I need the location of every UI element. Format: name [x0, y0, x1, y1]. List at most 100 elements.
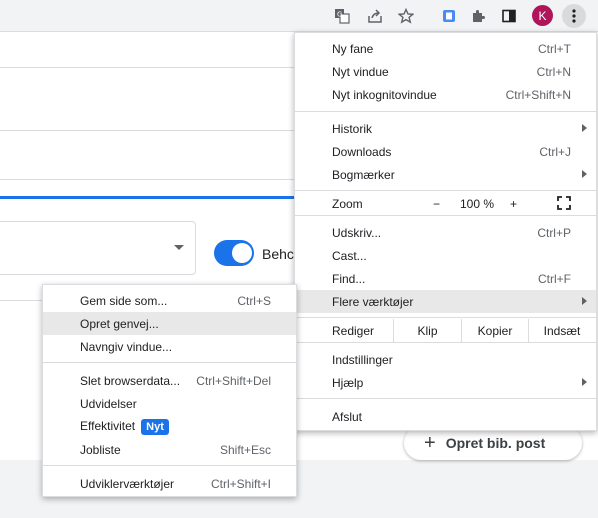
menu-item-label-group: Effektivitet Nyt: [80, 418, 169, 435]
chevron-down-icon: [174, 245, 184, 250]
menu-item-label: Opret genvej...: [80, 316, 159, 331]
menu-item-label: Jobliste: [80, 442, 121, 457]
menu-item-shortcut: Ctrl+J: [539, 144, 571, 159]
create-record-label: Opret bib. post: [445, 435, 546, 451]
menu-item-cast[interactable]: Cast...: [295, 244, 596, 267]
menu-item-label: Indstillinger: [332, 352, 393, 367]
menu-item-shortcut: Ctrl+S: [237, 293, 271, 308]
menu-separator: [43, 465, 296, 466]
menu-item-label: Navngiv vindue...: [80, 339, 173, 354]
menu-item-zoom: Zoom − 100 % +: [295, 192, 596, 215]
menu-item-label: Historik: [332, 121, 373, 136]
menu-item-label: Afslut: [332, 409, 363, 424]
menu-item-label: Rediger: [332, 323, 375, 338]
toggle-label: Behc: [262, 246, 294, 262]
menu-item-shortcut: Ctrl+Shift+N: [505, 87, 571, 102]
menu-item-shortcut: Ctrl+Shift+Del: [196, 373, 271, 388]
submenu-item-clear-data[interactable]: Slet browserdata... Ctrl+Shift+Del: [43, 369, 296, 392]
menu-item-shortcut: Ctrl+Shift+I: [210, 476, 271, 491]
menu-item-edit: Rediger Klip Kopier Indsæt: [295, 319, 596, 342]
extension-badge-icon[interactable]: [438, 5, 460, 27]
submenu-item-extensions[interactable]: Udvidelser: [43, 392, 296, 415]
select-field[interactable]: [0, 221, 196, 275]
toggle-knob: [232, 243, 252, 263]
menu-item-label: Udviklerværktøjer: [80, 476, 175, 491]
menu-item-incognito[interactable]: Nyt inkognitovindue Ctrl+Shift+N: [295, 83, 596, 106]
cut-button[interactable]: Klip: [394, 319, 461, 342]
plus-icon: +: [424, 431, 436, 454]
svg-text:G: G: [337, 11, 342, 19]
menu-item-shortcut: Ctrl+T: [538, 41, 571, 56]
sidepanel-icon[interactable]: [498, 5, 520, 27]
more-tools-submenu: Gem side som... Ctrl+S Opret genvej... N…: [42, 284, 297, 497]
share-icon[interactable]: [364, 5, 386, 27]
browser-toolbar: G K: [0, 0, 598, 32]
menu-item-find[interactable]: Find... Ctrl+F: [295, 267, 596, 290]
menu-item-label: Nyt vindue: [332, 64, 389, 79]
menu-item-downloads[interactable]: Downloads Ctrl+J: [295, 140, 596, 163]
menu-separator: [295, 190, 596, 191]
menu-item-shortcut: Ctrl+F: [538, 271, 571, 286]
star-icon[interactable]: [395, 5, 417, 27]
avatar[interactable]: K: [532, 5, 553, 26]
submenu-item-create-shortcut[interactable]: Opret genvej...: [43, 312, 296, 335]
menu-separator: [295, 111, 596, 112]
submenu-item-performance[interactable]: Effektivitet Nyt: [43, 415, 296, 438]
menu-item-exit[interactable]: Afslut: [295, 405, 596, 428]
menu-item-more-tools[interactable]: Flere værktøjer: [295, 290, 596, 313]
browser-main-menu: Ny fane Ctrl+T Nyt vindue Ctrl+N Nyt ink…: [294, 32, 597, 431]
menu-item-help[interactable]: Hjælp: [295, 371, 596, 394]
menu-item-label: Cast...: [332, 248, 367, 263]
menu-item-label: Flere værktøjer: [332, 294, 414, 309]
menu-separator: [43, 362, 296, 363]
chevron-right-icon: [582, 170, 587, 178]
submenu-item-name-window[interactable]: Navngiv vindue...: [43, 335, 296, 358]
chevron-right-icon: [582, 297, 587, 305]
menu-item-new-tab[interactable]: Ny fane Ctrl+T: [295, 37, 596, 60]
translate-icon[interactable]: G: [331, 5, 353, 27]
create-record-button[interactable]: + Opret bib. post: [404, 426, 582, 460]
menu-separator: [295, 215, 596, 216]
menu-item-bookmarks[interactable]: Bogmærker: [295, 163, 596, 186]
fullscreen-icon[interactable]: [557, 196, 571, 213]
submenu-item-dev-tools[interactable]: Udviklerværktøjer Ctrl+Shift+I: [43, 472, 296, 495]
zoom-in-button[interactable]: +: [510, 197, 517, 211]
menu-item-label: Effektivitet: [80, 418, 136, 433]
menu-item-history[interactable]: Historik: [295, 117, 596, 140]
zoom-out-button[interactable]: −: [433, 197, 440, 211]
menu-item-label: Udvidelser: [80, 396, 137, 411]
menu-separator: [295, 398, 596, 399]
menu-item-print[interactable]: Udskriv... Ctrl+P: [295, 221, 596, 244]
submenu-item-save-page[interactable]: Gem side som... Ctrl+S: [43, 289, 296, 312]
zoom-level: 100 %: [460, 196, 495, 211]
menu-item-label: Downloads: [332, 144, 392, 159]
menu-item-label: Ny fane: [332, 41, 374, 56]
menu-item-label: Find...: [332, 271, 366, 286]
menu-item-label: Slet browserdata...: [80, 373, 181, 388]
submenu-item-task-manager[interactable]: Jobliste Shift+Esc: [43, 438, 296, 461]
menu-item-new-window[interactable]: Nyt vindue Ctrl+N: [295, 60, 596, 83]
new-badge: Nyt: [141, 418, 169, 435]
divider: [0, 179, 300, 180]
chevron-right-icon: [582, 124, 587, 132]
chevron-right-icon: [582, 378, 587, 386]
copy-button[interactable]: Kopier: [462, 319, 528, 342]
menu-item-settings[interactable]: Indstillinger: [295, 348, 596, 371]
menu-item-shortcut: Shift+Esc: [219, 442, 271, 457]
puzzle-icon[interactable]: [467, 5, 489, 27]
kebab-icon[interactable]: [562, 4, 586, 28]
divider: [0, 130, 300, 131]
menu-item-label: Gem side som...: [80, 293, 168, 308]
menu-item-shortcut: Ctrl+P: [537, 225, 571, 240]
menu-separator: [295, 342, 596, 343]
menu-item-label: Nyt inkognitovindue: [332, 87, 437, 102]
divider: [0, 67, 300, 68]
menu-item-label: Zoom: [332, 196, 363, 211]
menu-item-shortcut: Ctrl+N: [536, 64, 571, 79]
menu-item-label: Udskriv...: [332, 225, 382, 240]
paste-button[interactable]: Indsæt: [529, 319, 595, 342]
menu-separator: [295, 317, 596, 318]
active-tab-indicator: [0, 196, 300, 199]
menu-item-label: Hjælp: [332, 375, 364, 390]
menu-item-label: Bogmærker: [332, 167, 395, 182]
